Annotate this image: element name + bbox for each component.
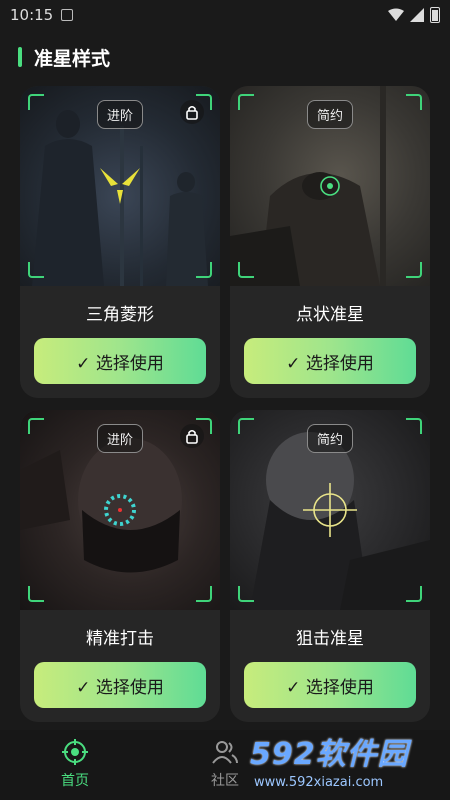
watermark-brand: 592软件园 bbox=[250, 736, 409, 772]
crosshair-card-sniper[interactable]: 简约 狙击准星 ✓ 选择使用 bbox=[230, 410, 430, 722]
frame-corner bbox=[406, 94, 422, 110]
card-preview-image: 进阶 bbox=[20, 410, 220, 610]
status-time: 10:15 bbox=[10, 6, 54, 24]
section-header: 准星样式 bbox=[18, 44, 110, 70]
level-badge: 简约 bbox=[306, 100, 354, 129]
frame-corner bbox=[238, 94, 254, 110]
notification-icon bbox=[61, 9, 74, 21]
dot-crosshair-icon bbox=[320, 176, 340, 196]
frame-corner bbox=[406, 262, 422, 278]
crosshair-name: 点状准星 bbox=[296, 305, 364, 325]
frame-corner bbox=[28, 418, 44, 434]
triangle-crosshair-icon bbox=[100, 168, 140, 204]
battery-icon bbox=[430, 7, 440, 23]
status-bar: 10:15 bbox=[0, 0, 450, 30]
select-use-button[interactable]: ✓ 选择使用 bbox=[34, 662, 206, 708]
users-icon bbox=[212, 741, 238, 764]
frame-corner bbox=[238, 586, 254, 602]
page-title: 准星样式 bbox=[34, 47, 111, 70]
crosshair-name: 三角菱形 bbox=[86, 305, 154, 325]
select-use-button[interactable]: ✓ 选择使用 bbox=[244, 662, 416, 708]
frame-corner bbox=[196, 586, 212, 602]
sniper-crosshair-icon bbox=[303, 483, 357, 537]
level-badge: 简约 bbox=[306, 424, 354, 453]
lock-icon bbox=[180, 424, 204, 448]
crosshair-card-triangle[interactable]: 进阶 三角菱形 ✓ 选择使用 bbox=[20, 86, 220, 398]
frame-corner bbox=[238, 418, 254, 434]
watermark: 592软件园 www.592xiazai.com bbox=[250, 726, 446, 792]
frame-corner bbox=[238, 262, 254, 278]
status-icons bbox=[388, 7, 440, 23]
crosshair-name: 精准打击 bbox=[86, 629, 154, 649]
tab-home[interactable]: 首页 bbox=[0, 738, 150, 790]
frame-corner bbox=[28, 262, 44, 278]
frame-corner bbox=[28, 94, 44, 110]
crosshair-card-dot[interactable]: 简约 点状准星 ✓ 选择使用 bbox=[230, 86, 430, 398]
level-badge: 进阶 bbox=[96, 100, 144, 129]
level-badge: 进阶 bbox=[96, 424, 144, 453]
crosshair-home-icon bbox=[62, 739, 88, 765]
dashed-ring-crosshair-icon bbox=[104, 494, 136, 526]
tab-label: 首页 bbox=[61, 773, 89, 789]
select-use-button[interactable]: ✓ 选择使用 bbox=[34, 338, 206, 384]
frame-corner bbox=[406, 418, 422, 434]
accent-bar bbox=[18, 47, 22, 67]
frame-corner bbox=[196, 262, 212, 278]
watermark-url: www.592xiazai.com bbox=[254, 774, 384, 790]
card-preview-image: 进阶 bbox=[20, 86, 220, 286]
card-preview-image: 简约 bbox=[230, 86, 430, 286]
crosshair-card-precision[interactable]: 进阶 精准打击 ✓ 选择使用 bbox=[20, 410, 220, 722]
crosshair-name: 狙击准星 bbox=[296, 629, 364, 649]
card-preview-image: 简约 bbox=[230, 410, 430, 610]
frame-corner bbox=[406, 586, 422, 602]
tab-label: 社区 bbox=[211, 773, 239, 789]
wifi-icon bbox=[388, 8, 404, 21]
lock-icon bbox=[180, 100, 204, 124]
frame-corner bbox=[28, 586, 44, 602]
signal-icon bbox=[410, 8, 424, 22]
select-use-button[interactable]: ✓ 选择使用 bbox=[244, 338, 416, 384]
